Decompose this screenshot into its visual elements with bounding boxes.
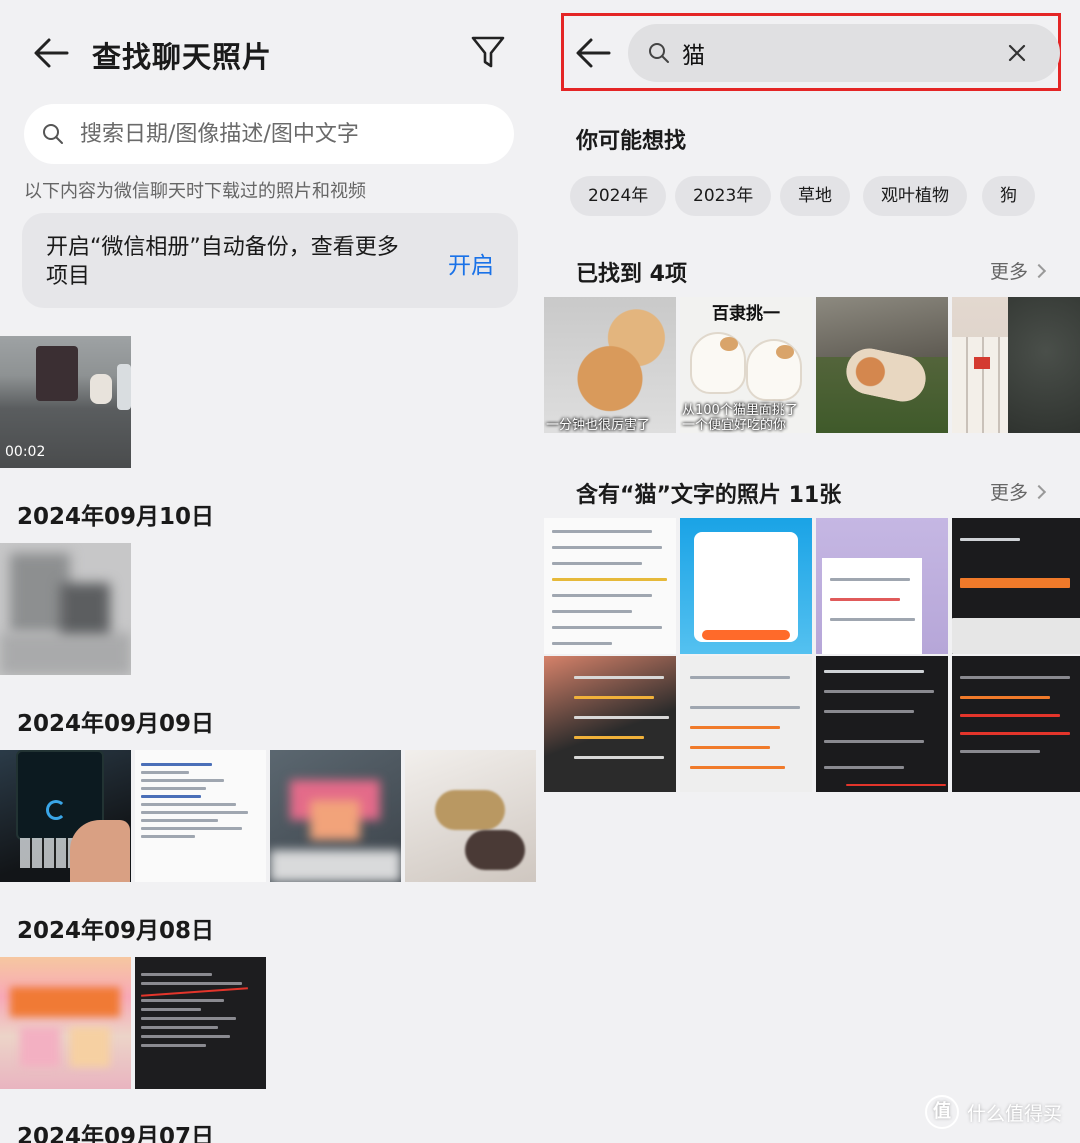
watermark-logo: 值 (924, 1095, 959, 1129)
more-label: 更多 (990, 482, 1029, 504)
meme-title: 百隶挑一 (712, 304, 780, 324)
screenshot-photo[interactable] (952, 518, 1080, 654)
search-results-panel: 你可能想找 2024年 2023年 草地 观叶植物 狗 已找到 4项 更多 一分… (540, 0, 1080, 1143)
back-arrow-icon[interactable] (575, 36, 611, 70)
date-header: 2024年09月08日 (17, 918, 215, 944)
search-bar[interactable] (628, 24, 1060, 82)
more-label: 更多 (990, 261, 1029, 283)
search-icon (42, 123, 64, 145)
watermark: 值 什么值得买 (924, 1095, 1062, 1129)
cat-photo[interactable]: 一分钟也很厉害了 (544, 297, 676, 433)
found-more-link[interactable]: 更多 (990, 257, 1047, 284)
screenshot-photo[interactable] (680, 656, 812, 792)
chevron-right-icon (1031, 263, 1047, 279)
photo-thumbnail[interactable] (405, 750, 536, 882)
clear-icon[interactable] (1008, 44, 1026, 62)
meme-caption: 从100个猫里面挑了一个便宜好吃的你 (682, 403, 798, 433)
enable-backup-button[interactable]: 开启 (448, 246, 494, 280)
cat-photo[interactable] (816, 297, 948, 433)
text-photos-more-link[interactable]: 更多 (990, 478, 1047, 505)
back-arrow-icon[interactable] (33, 36, 69, 70)
chip-grass[interactable]: 草地 (780, 176, 850, 216)
download-hint: 以下内容为微信聊天时下载过的照片和视频 (24, 181, 366, 202)
photo-thumbnail[interactable] (135, 957, 266, 1089)
video-thumbnail[interactable]: 00:02 (0, 336, 131, 468)
photo-thumbnail[interactable] (135, 750, 266, 882)
date-header: 2024年09月09日 (17, 711, 215, 737)
screenshot-photo[interactable] (544, 518, 676, 654)
screenshot-photo[interactable] (816, 518, 948, 654)
video-duration: 00:02 (5, 444, 46, 460)
photo-thumbnail[interactable] (270, 750, 401, 882)
meme-caption: 一分钟也很厉害了 (546, 418, 651, 433)
search-input[interactable] (80, 104, 500, 164)
date-header: 2024年09月07日 (17, 1124, 215, 1143)
cat-photo[interactable] (952, 297, 1080, 433)
page-title: 查找聊天照片 (92, 40, 273, 74)
chevron-right-icon (1031, 484, 1047, 500)
photo-thumbnail[interactable] (0, 750, 131, 882)
search-input[interactable] (682, 24, 1002, 82)
screenshot-photo[interactable] (952, 656, 1080, 792)
screenshot-photo[interactable] (680, 518, 812, 654)
photo-finder-panel: 查找聊天照片 以下内容为微信聊天时下载过的照片和视频 开启“微信相册”自动备份，… (0, 0, 540, 1143)
backup-banner: 开启“微信相册”自动备份，查看更多项目 开启 (22, 213, 518, 308)
chip-2023[interactable]: 2023年 (675, 176, 772, 216)
search-icon (648, 42, 670, 64)
date-header: 2024年09月10日 (17, 504, 215, 530)
chip-2024[interactable]: 2024年 (570, 176, 667, 216)
found-title: 已找到 4项 (576, 262, 687, 287)
search-bar[interactable] (24, 104, 514, 164)
chip-dog[interactable]: 狗 (982, 176, 1035, 216)
photo-thumbnail[interactable] (0, 957, 131, 1089)
screenshot-photo[interactable] (816, 656, 948, 792)
suggestions-title: 你可能想找 (576, 129, 687, 154)
photo-thumbnail[interactable] (0, 543, 131, 675)
filter-icon[interactable] (470, 34, 506, 70)
text-photos-title: 含有“猫”文字的照片 11张 (576, 483, 842, 508)
backup-banner-text: 开启“微信相册”自动备份，查看更多项目 (46, 235, 399, 289)
cat-photo[interactable]: 百隶挑一 从100个猫里面挑了一个便宜好吃的你 (680, 297, 812, 433)
watermark-text: 什么值得买 (966, 1102, 1062, 1125)
screenshot-photo[interactable] (544, 656, 676, 792)
chip-foliage-plant[interactable]: 观叶植物 (863, 176, 967, 216)
